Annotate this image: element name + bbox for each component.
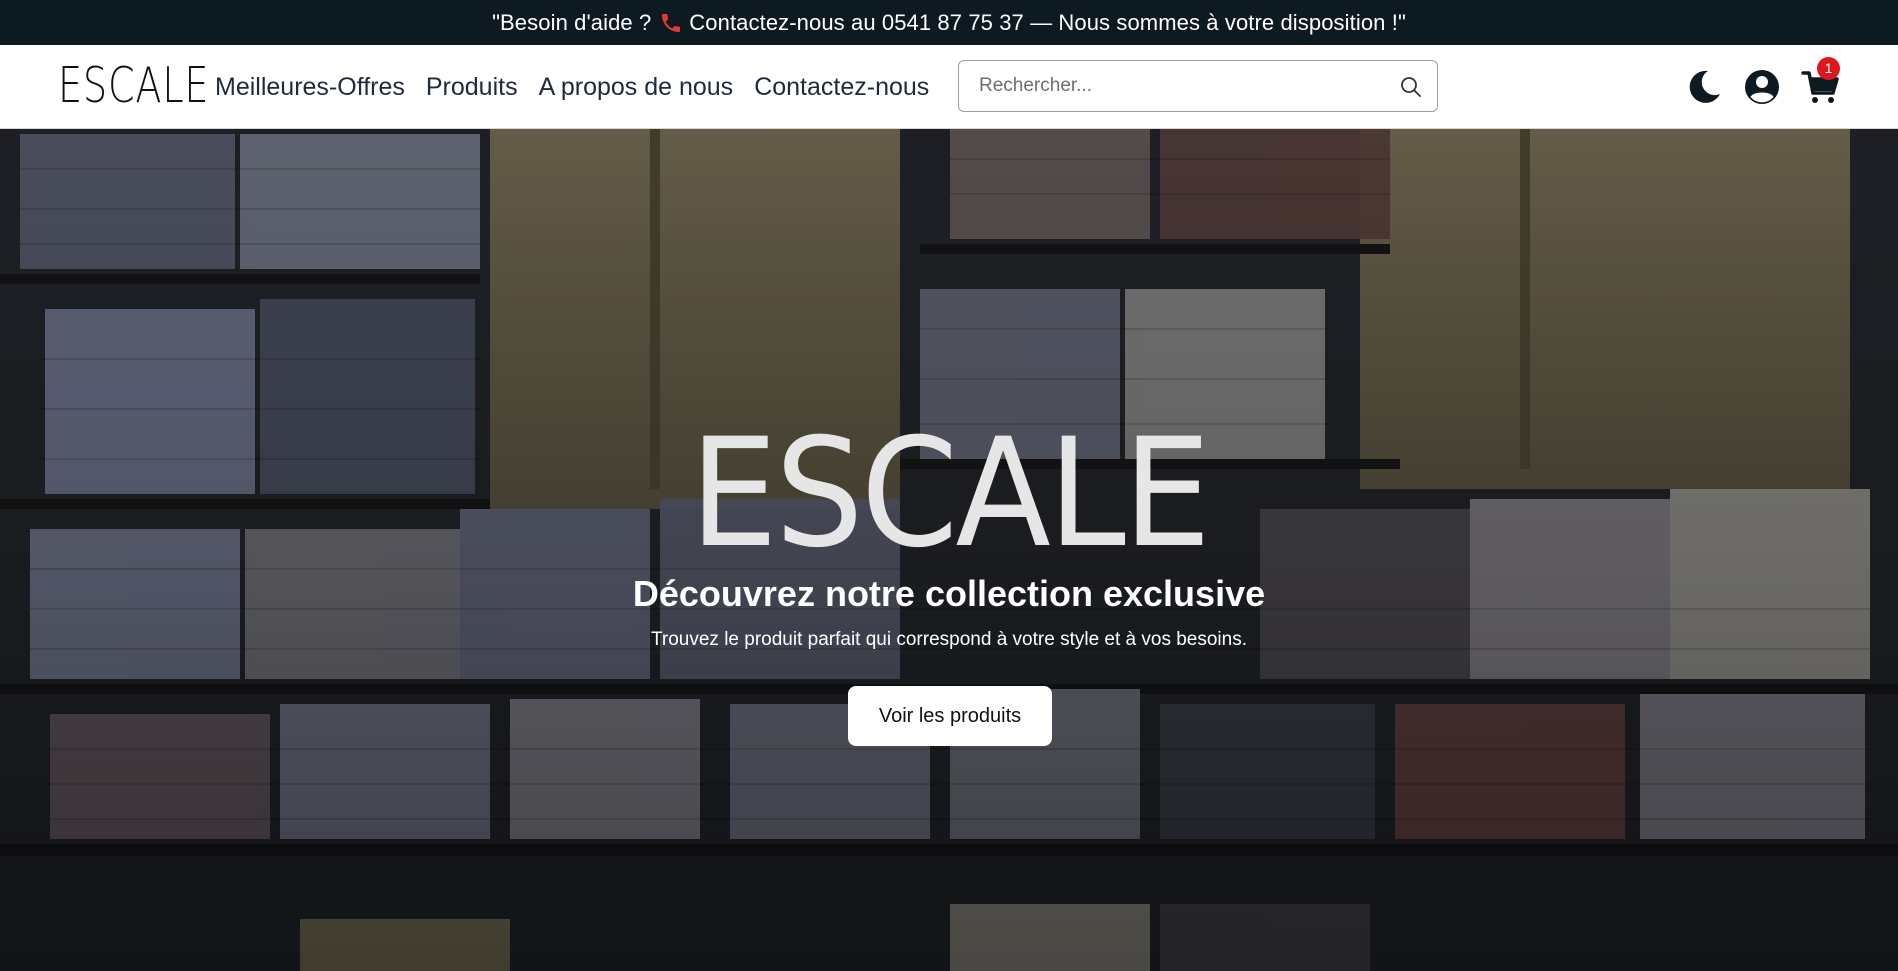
announcement-bar: "Besoin d'aide ? Contactez-nous au 0541 …: [0, 0, 1898, 45]
search-input[interactable]: [979, 71, 1379, 101]
hero-title: ESCALE: [689, 407, 1211, 581]
hero-description: Trouvez le produit parfait qui correspon…: [651, 629, 1247, 650]
nav-link-about[interactable]: A propos de nous: [539, 73, 734, 102]
nav-link-best-offers[interactable]: Meilleures-Offres: [215, 73, 405, 102]
nav-link-contact[interactable]: Contactez-nous: [754, 73, 929, 102]
logo[interactable]: ESCALE: [58, 61, 209, 111]
moon-icon[interactable]: [1684, 67, 1724, 107]
navbar: ESCALE Meilleures-Offres Produits A prop…: [0, 45, 1898, 129]
main-nav: Meilleures-Offres Produits A propos de n…: [215, 45, 950, 129]
hero-content: ESCALE Découvrez notre collection exclus…: [0, 129, 1898, 971]
phone-icon: [662, 13, 681, 32]
cart-count-badge: 1: [1817, 57, 1840, 80]
search-box: [958, 60, 1438, 112]
nav-link-products[interactable]: Produits: [426, 73, 518, 102]
announcement-text-start: "Besoin d'aide ?: [492, 9, 652, 35]
user-icon[interactable]: [1742, 67, 1782, 107]
hero-subtitle: Découvrez notre collection exclusive: [632, 573, 1266, 614]
hero-section: ESCALE Découvrez notre collection exclus…: [0, 129, 1898, 971]
search-icon[interactable]: [1399, 75, 1423, 99]
view-products-button[interactable]: Voir les produits: [848, 686, 1052, 746]
announcement-text-end: Contactez-nous au 0541 87 75 37 — Nous s…: [689, 9, 1406, 35]
